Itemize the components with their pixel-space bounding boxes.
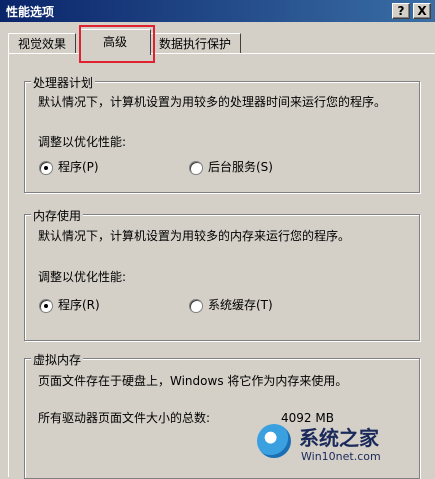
memory-cache-radio[interactable] bbox=[189, 299, 203, 313]
watermark-icon bbox=[257, 424, 291, 458]
virtual-memory-total-label: 所有驱动器页面文件大小的总数: bbox=[38, 411, 211, 425]
processor-adjust-label: 调整以优化性能: bbox=[38, 135, 127, 149]
processor-legend: 处理器计划 bbox=[31, 74, 96, 91]
tab-panel-advanced: 处理器计划 默认情况下，计算机设置为用较多的处理器时间来运行您的程序。 调整以优… bbox=[8, 53, 435, 479]
memory-cache-label[interactable]: 系统缓存(T) bbox=[208, 297, 273, 313]
watermark-text: 系统之家 bbox=[299, 426, 379, 450]
title-bar: 性能选项 ? X bbox=[0, 0, 435, 22]
memory-programs-radio[interactable] bbox=[39, 299, 53, 313]
tab-dep[interactable]: 数据执行保护 bbox=[149, 33, 241, 54]
virtual-memory-description: 页面文件存在于硬盘上，Windows 将它作为内存来使用。 bbox=[38, 374, 348, 388]
processor-background-label[interactable]: 后台服务(S) bbox=[208, 159, 273, 175]
tab-advanced[interactable]: 高级 bbox=[79, 29, 151, 55]
virtual-memory-legend: 虚拟内存 bbox=[31, 351, 84, 368]
memory-legend: 内存使用 bbox=[31, 207, 84, 224]
processor-group: 处理器计划 默认情况下，计算机设置为用较多的处理器时间来运行您的程序。 调整以优… bbox=[24, 74, 420, 193]
processor-programs-label[interactable]: 程序(P) bbox=[58, 159, 99, 175]
watermark-url: Win10net.com bbox=[301, 450, 381, 463]
processor-programs-radio[interactable] bbox=[39, 161, 53, 175]
help-button[interactable]: ? bbox=[392, 3, 410, 19]
memory-adjust-label: 调整以优化性能: bbox=[38, 270, 127, 284]
tab-visual-effects[interactable]: 视觉效果 bbox=[8, 33, 76, 54]
window-title: 性能选项 bbox=[6, 5, 55, 19]
memory-group: 内存使用 默认情况下，计算机设置为用较多的内存来运行您的程序。 调整以优化性能:… bbox=[24, 207, 420, 341]
memory-programs-label[interactable]: 程序(R) bbox=[58, 297, 100, 313]
processor-description: 默认情况下，计算机设置为用较多的处理器时间来运行您的程序。 bbox=[38, 95, 387, 109]
watermark-logo: 系统之家 Win10net.com bbox=[251, 418, 431, 472]
processor-background-radio[interactable] bbox=[189, 161, 203, 175]
close-button[interactable]: X bbox=[413, 3, 431, 19]
memory-description: 默认情况下，计算机设置为用较多的内存来运行您的程序。 bbox=[38, 229, 351, 243]
